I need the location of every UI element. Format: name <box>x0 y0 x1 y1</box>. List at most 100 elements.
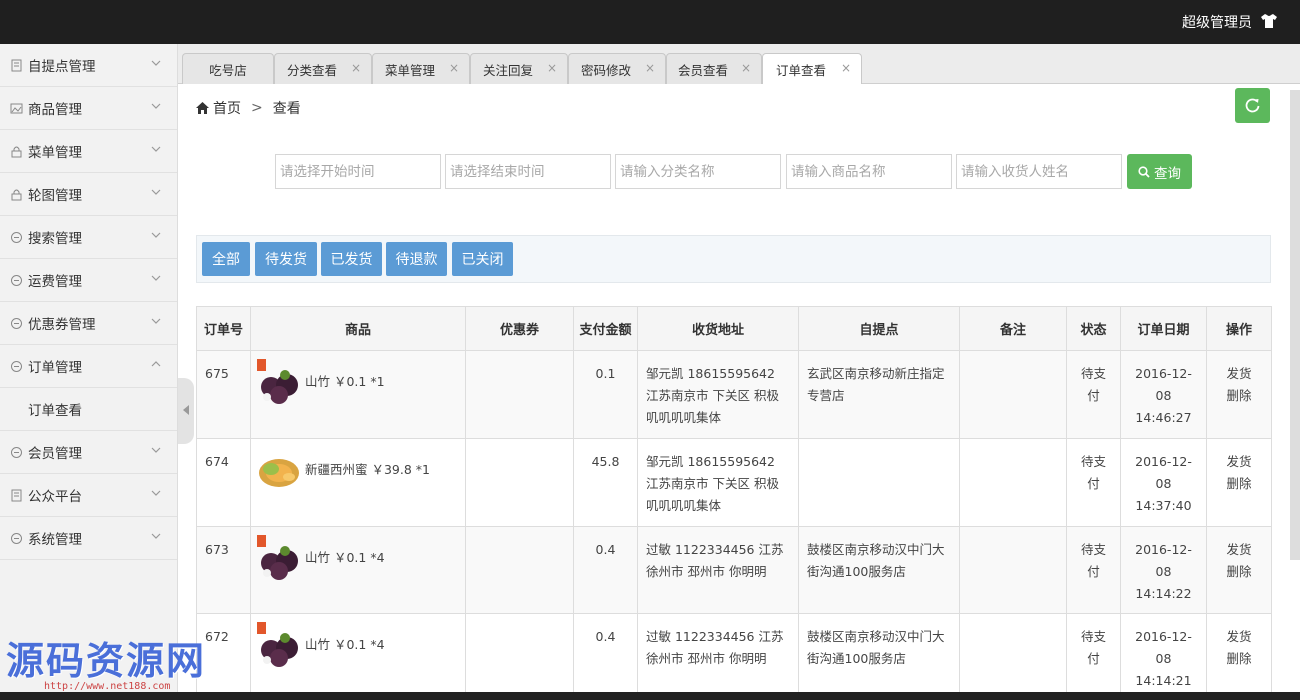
filter-refund-button[interactable]: 待退款 <box>386 242 447 276</box>
col-actions: 操作 <box>1206 306 1272 351</box>
scrollbar[interactable] <box>1290 90 1300 560</box>
col-amount: 支付金额 <box>573 306 638 351</box>
comment-icon <box>11 360 22 372</box>
filter-closed-button[interactable]: 已关闭 <box>452 242 513 276</box>
order-time: 14:46:27 <box>1135 410 1192 425</box>
product-text: 新疆西州蜜 ￥39.8 *1 <box>305 462 430 477</box>
pickup-cell <box>798 438 960 527</box>
chevron-down-icon <box>151 146 161 152</box>
ship-link[interactable]: 发货 <box>1215 363 1263 385</box>
order-id: 673 <box>196 526 251 614</box>
delete-link[interactable]: 删除 <box>1215 648 1263 670</box>
top-bar: 超级管理员 <box>0 0 1300 44</box>
filter-to-ship-button[interactable]: 待发货 <box>255 242 317 276</box>
tab-menu-manage[interactable]: 菜单管理 × <box>372 53 470 84</box>
sidebar-item-system[interactable]: 系统管理 <box>0 517 177 560</box>
tab-order-view[interactable]: 订单查看 × <box>762 53 862 85</box>
sidebar-item-search[interactable]: 搜索管理 <box>0 216 177 259</box>
tab-member-view[interactable]: 会员查看 × <box>666 53 762 84</box>
col-product: 商品 <box>250 306 466 351</box>
col-coupon: 优惠券 <box>465 306 574 351</box>
product-name-input[interactable] <box>786 154 952 189</box>
admin-name[interactable]: 超级管理员 <box>1182 12 1252 32</box>
sidebar-item-label: 商品管理 <box>28 102 82 118</box>
shirt-icon[interactable] <box>1260 13 1278 29</box>
close-icon[interactable]: × <box>351 61 361 75</box>
close-icon[interactable]: × <box>645 61 655 75</box>
coupon-cell <box>465 438 574 527</box>
comment-icon <box>11 317 22 329</box>
tab-password[interactable]: 密码修改 × <box>568 53 666 84</box>
sidebar: 自提点管理 商品管理 菜单管理 轮图管理 搜索管理 运费管理 优惠券管理 订单管… <box>0 44 178 700</box>
refresh-icon <box>1245 98 1260 113</box>
order-date: 2016-12-08 <box>1135 454 1192 491</box>
sidebar-item-coupon[interactable]: 优惠券管理 <box>0 302 177 345</box>
sidebar-item-carousel[interactable]: 轮图管理 <box>0 173 177 216</box>
order-date: 2016-12-08 <box>1135 366 1192 403</box>
sidebar-item-public-platform[interactable]: 公众平台 <box>0 474 177 517</box>
filter-all-button[interactable]: 全部 <box>202 242 250 276</box>
coupon-cell <box>465 526 574 614</box>
sidebar-item-label: 菜单管理 <box>28 145 82 161</box>
ship-link[interactable]: 发货 <box>1215 539 1263 561</box>
sidebar-item-label: 系统管理 <box>28 532 82 548</box>
comment-icon <box>11 231 22 243</box>
sidebar-item-goods[interactable]: 商品管理 <box>0 87 177 130</box>
col-pickup: 自提点 <box>798 306 960 351</box>
sidebar-item-menu[interactable]: 菜单管理 <box>0 130 177 173</box>
receiver-name-input[interactable] <box>956 154 1122 189</box>
address-cell: 过敏 1122334456 江苏 徐州市 邳州市 你明明 <box>637 613 799 700</box>
breadcrumb-home[interactable]: 首页 <box>213 98 241 118</box>
sidebar-item-orders[interactable]: 订单管理 <box>0 345 177 388</box>
ship-link[interactable]: 发货 <box>1215 451 1263 473</box>
home-icon <box>196 102 209 114</box>
product-cell: 山竹 ￥0.1 *1 <box>250 350 466 439</box>
ship-link[interactable]: 发货 <box>1215 626 1263 648</box>
table-row: 673 山竹 ￥0.1 *4 0.4 过敏 1122334456 江苏 徐州市 … <box>196 526 1272 614</box>
order-date: 2016-12-08 <box>1135 542 1192 579</box>
query-button[interactable]: 查询 <box>1127 154 1192 189</box>
watermark-url: http://www.net188.com <box>44 681 171 692</box>
chevron-down-icon <box>151 447 161 453</box>
order-id: 675 <box>196 350 251 439</box>
delete-link[interactable]: 删除 <box>1215 561 1263 583</box>
close-icon[interactable]: × <box>547 61 557 75</box>
refresh-button[interactable] <box>1235 88 1270 123</box>
sidebar-subitem-order-view[interactable]: 订单查看 <box>0 388 177 431</box>
breadcrumb-current: 查看 <box>272 101 301 117</box>
date-cell: 2016-12-08 14:14:21 <box>1120 613 1207 700</box>
actions-cell: 发货 删除 <box>1206 526 1272 614</box>
sidebar-item-pickup[interactable]: 自提点管理 <box>0 44 177 87</box>
col-note: 备注 <box>959 306 1067 351</box>
sidebar-collapse-handle[interactable] <box>178 378 194 444</box>
date-cell: 2016-12-08 14:14:22 <box>1120 526 1207 614</box>
mangosteen-image <box>257 622 298 667</box>
tab-follow-reply[interactable]: 关注回复 × <box>470 53 568 84</box>
chevron-up-icon <box>151 361 161 367</box>
delete-link[interactable]: 删除 <box>1215 473 1263 495</box>
lock-icon <box>11 146 22 157</box>
end-time-input[interactable] <box>445 154 611 189</box>
sidebar-item-members[interactable]: 会员管理 <box>0 431 177 474</box>
close-icon[interactable]: × <box>741 61 751 75</box>
category-name-input[interactable] <box>615 154 781 189</box>
chevron-down-icon <box>151 533 161 539</box>
product-text: 山竹 ￥0.1 *4 <box>305 637 385 652</box>
filter-shipped-button[interactable]: 已发货 <box>321 242 382 276</box>
amount-cell: 45.8 <box>573 438 638 527</box>
tab-category-view[interactable]: 分类查看 × <box>274 53 372 84</box>
sidebar-item-label: 自提点管理 <box>28 59 96 75</box>
close-icon[interactable]: × <box>841 61 851 75</box>
product-text: 山竹 ￥0.1 *1 <box>305 374 385 389</box>
coupon-cell <box>465 350 574 439</box>
sidebar-item-shipping[interactable]: 运费管理 <box>0 259 177 302</box>
table-header-row: 订单号 商品 优惠券 支付金额 收货地址 自提点 备注 状态 订单日期 操作 <box>196 306 1272 351</box>
order-time: 14:37:40 <box>1135 498 1192 513</box>
start-time-input[interactable] <box>275 154 441 189</box>
status-cell: 待支付 <box>1066 438 1121 527</box>
close-icon[interactable]: × <box>449 61 459 75</box>
breadcrumb-separator: > <box>251 100 263 116</box>
tab-store[interactable]: 吃号店 <box>182 53 274 84</box>
orders-table: 订单号 商品 优惠券 支付金额 收货地址 自提点 备注 状态 订单日期 操作 6… <box>196 306 1272 700</box>
delete-link[interactable]: 删除 <box>1215 385 1263 407</box>
